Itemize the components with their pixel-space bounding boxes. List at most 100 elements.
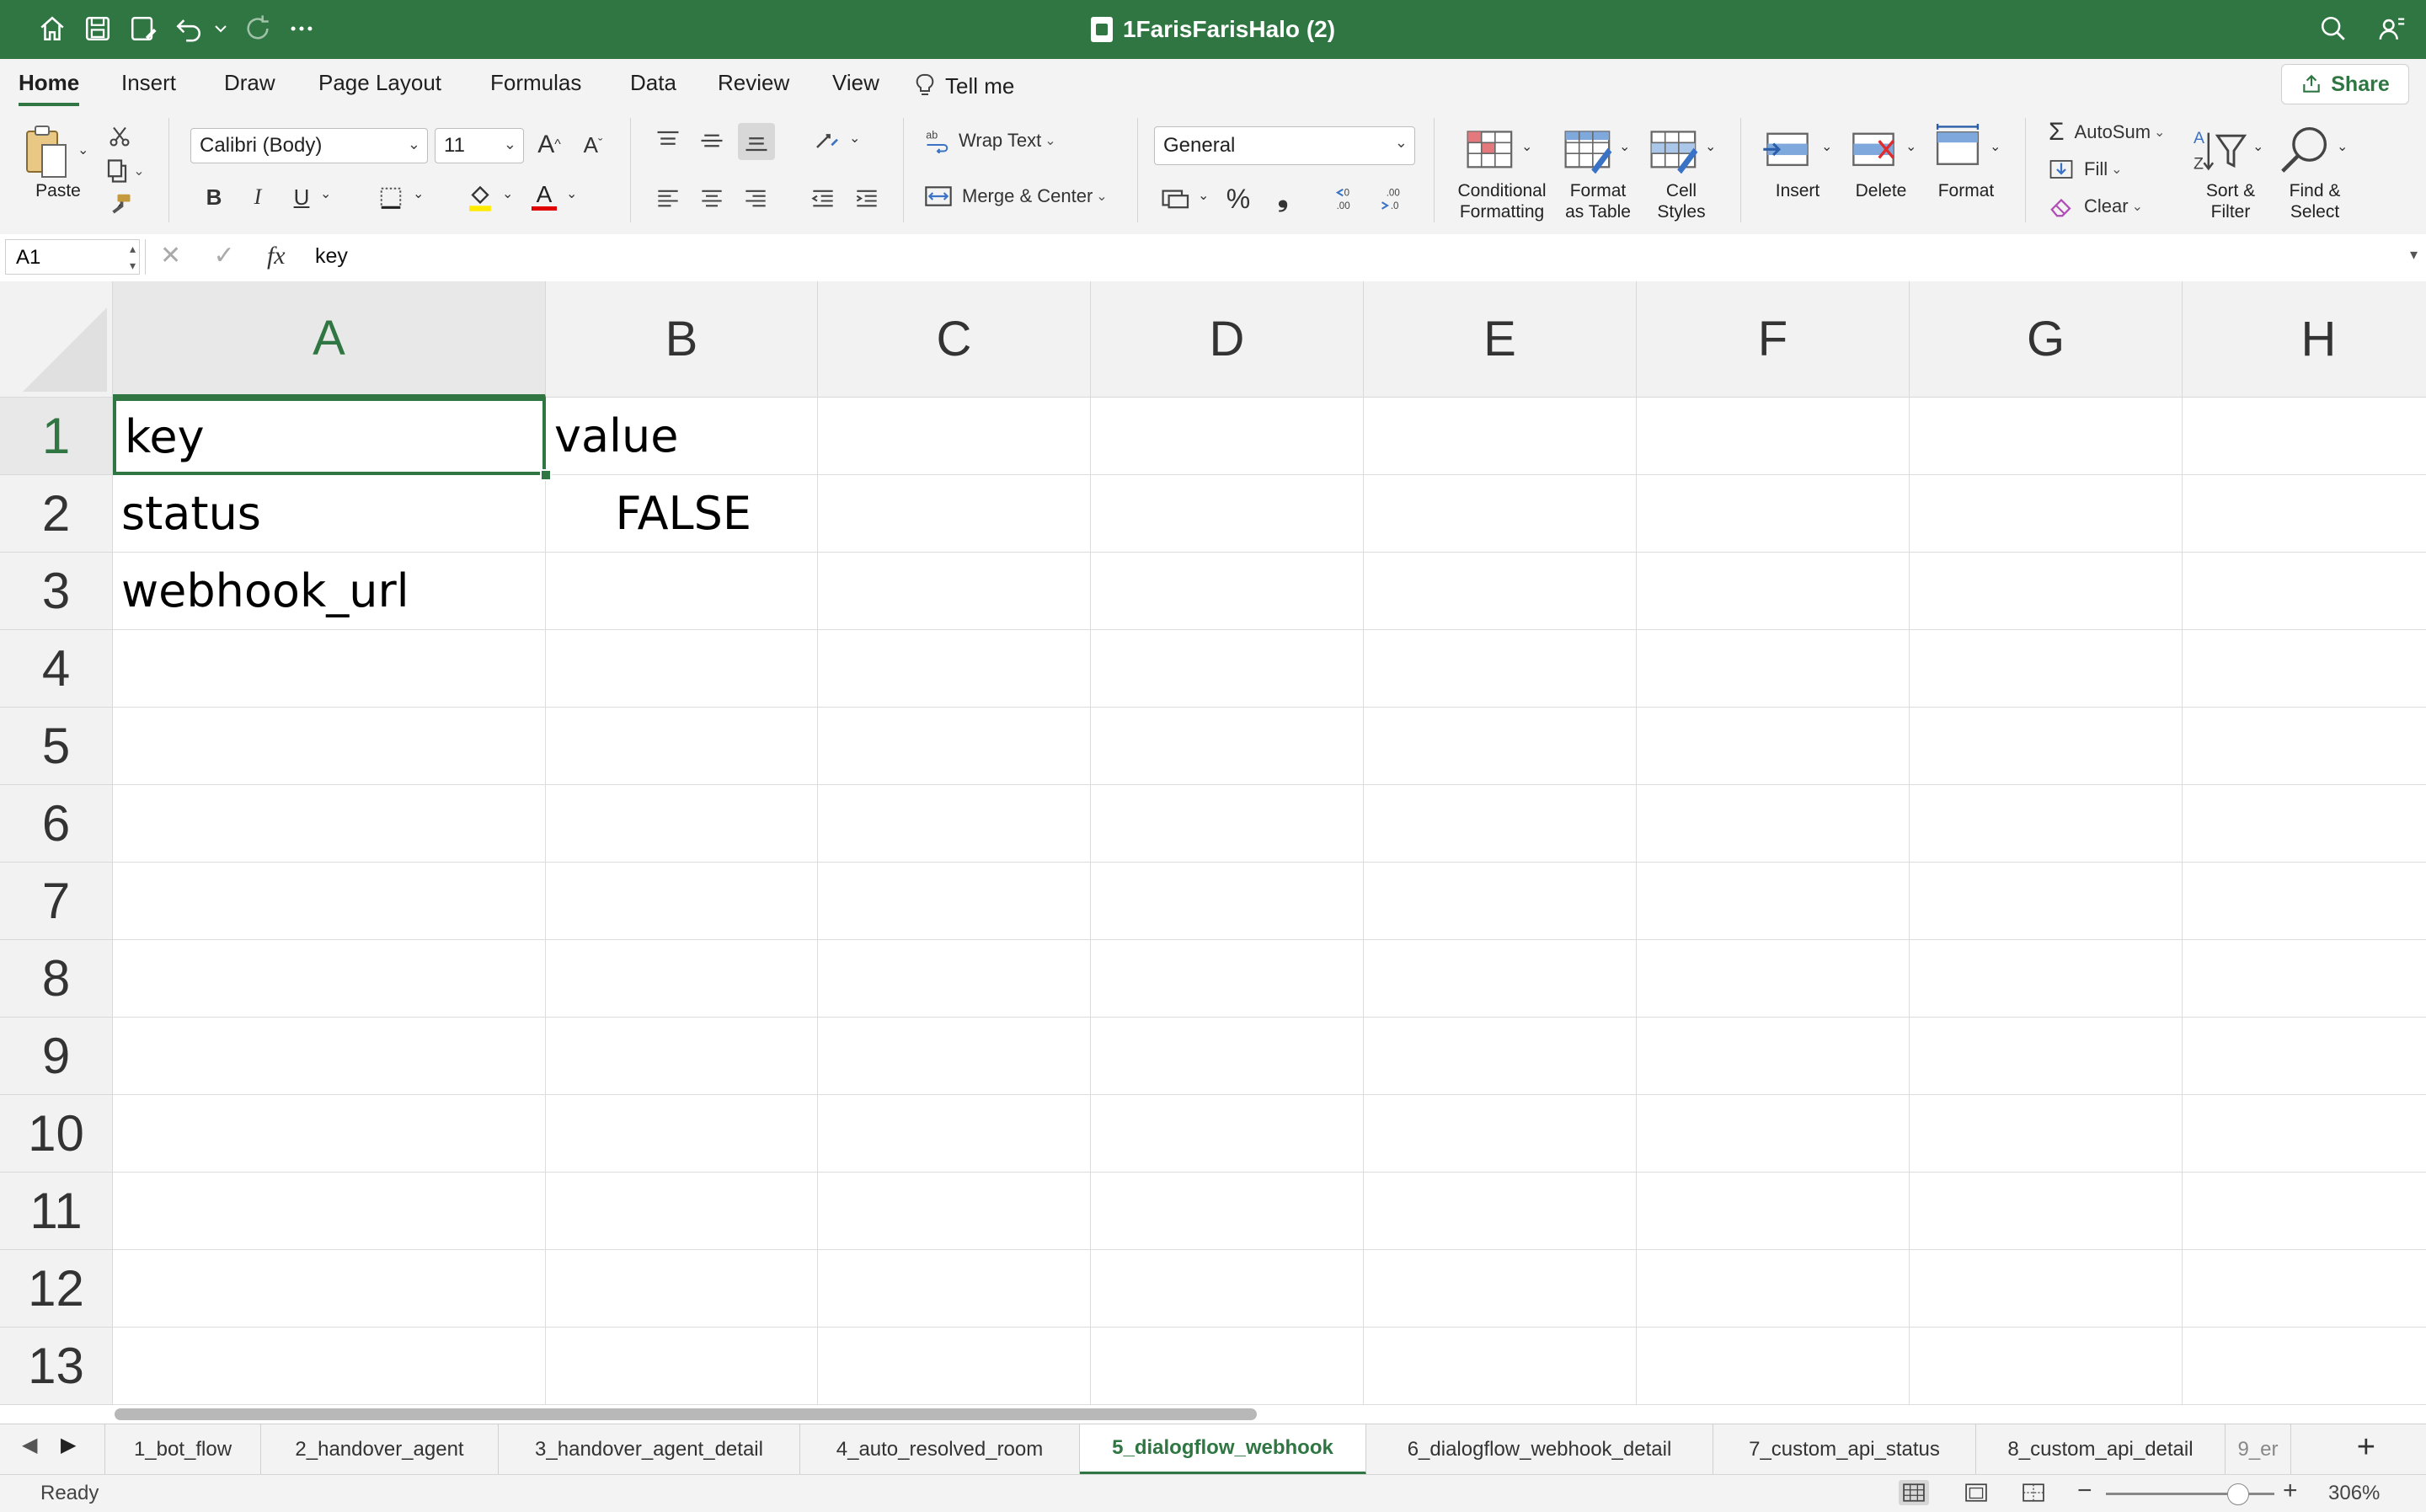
- redo-icon[interactable]: [243, 13, 273, 44]
- expand-formula-bar-icon[interactable]: ▾: [2410, 246, 2418, 264]
- underline-button[interactable]: U: [290, 180, 313, 214]
- increase-decimal-icon[interactable]: 0.00: [1333, 182, 1366, 214]
- tab-draw[interactable]: Draw: [224, 69, 275, 103]
- search-icon[interactable]: [2318, 13, 2349, 44]
- cell-d9[interactable]: [1091, 1018, 1364, 1095]
- cell-g5[interactable]: [1910, 708, 2183, 785]
- cell-c5[interactable]: [818, 708, 1091, 785]
- save-as-icon[interactable]: [128, 13, 158, 44]
- cell-e3[interactable]: [1364, 553, 1637, 630]
- cell-a12[interactable]: [113, 1250, 546, 1328]
- row-header-8[interactable]: 8: [0, 940, 113, 1018]
- cell-c10[interactable]: [818, 1095, 1091, 1173]
- column-header-e[interactable]: E: [1364, 281, 1637, 398]
- add-sheet-icon[interactable]: +: [2357, 1429, 2375, 1466]
- align-bottom-icon[interactable]: [738, 123, 775, 160]
- cell-g2[interactable]: [1910, 475, 2183, 553]
- cell-h6[interactable]: [2183, 785, 2426, 863]
- cell-f10[interactable]: [1637, 1095, 1910, 1173]
- cell-b3[interactable]: [546, 553, 818, 630]
- row-header-4[interactable]: 4: [0, 630, 113, 708]
- tab-page-layout[interactable]: Page Layout: [318, 69, 441, 103]
- insert-function-icon[interactable]: fx: [267, 242, 286, 270]
- cell-h8[interactable]: [2183, 940, 2426, 1018]
- normal-view-icon[interactable]: [1899, 1480, 1929, 1505]
- cell-d5[interactable]: [1091, 708, 1364, 785]
- cell-h1[interactable]: [2183, 398, 2426, 475]
- cell-b12[interactable]: [546, 1250, 818, 1328]
- cell-c12[interactable]: [818, 1250, 1091, 1328]
- row-header-12[interactable]: 12: [0, 1250, 113, 1328]
- cell-c7[interactable]: [818, 863, 1091, 940]
- tab-home[interactable]: Home: [19, 69, 80, 106]
- zoom-slider[interactable]: [2106, 1493, 2274, 1495]
- format-cells-label[interactable]: Format: [1929, 180, 2003, 201]
- cell-b1[interactable]: value: [546, 398, 818, 475]
- sort-filter-dropdown-icon[interactable]: ⌄: [2252, 138, 2263, 155]
- orientation-icon[interactable]: [810, 126, 844, 155]
- conditional-formatting-icon[interactable]: [1466, 125, 1516, 177]
- cut-icon[interactable]: [106, 123, 133, 150]
- cell-b6[interactable]: [546, 785, 818, 863]
- row-header-10[interactable]: 10: [0, 1095, 113, 1173]
- cell-g6[interactable]: [1910, 785, 2183, 863]
- format-painter-icon[interactable]: [106, 190, 133, 217]
- formula-input[interactable]: key: [315, 244, 348, 269]
- insert-cells-label[interactable]: Insert: [1761, 180, 1835, 201]
- align-right-icon[interactable]: [741, 184, 770, 212]
- sheet-tab-2[interactable]: 2_handover_agent: [261, 1424, 499, 1475]
- cell-a11[interactable]: [113, 1173, 546, 1250]
- page-layout-view-icon[interactable]: [1961, 1480, 1991, 1505]
- row-header-13[interactable]: 13: [0, 1328, 113, 1405]
- cell-f6[interactable]: [1637, 785, 1910, 863]
- cell-b13[interactable]: [546, 1328, 818, 1405]
- cell-e8[interactable]: [1364, 940, 1637, 1018]
- cell-b11[interactable]: [546, 1173, 818, 1250]
- cell-b5[interactable]: [546, 708, 818, 785]
- zoom-out-icon[interactable]: −: [2077, 1477, 2092, 1505]
- cell-f12[interactable]: [1637, 1250, 1910, 1328]
- cell-g9[interactable]: [1910, 1018, 2183, 1095]
- cell-f3[interactable]: [1637, 553, 1910, 630]
- cell-a7[interactable]: [113, 863, 546, 940]
- font-name-select[interactable]: Calibri (Body) ⌄: [190, 128, 428, 163]
- cell-h9[interactable]: [2183, 1018, 2426, 1095]
- sheet-tab-8[interactable]: 8_custom_api_detail: [1976, 1424, 2226, 1475]
- format-as-table-dropdown-icon[interactable]: ⌄: [1619, 138, 1630, 155]
- cell-h10[interactable]: [2183, 1095, 2426, 1173]
- tab-insert[interactable]: Insert: [121, 69, 176, 103]
- cell-c11[interactable]: [818, 1173, 1091, 1250]
- cell-d6[interactable]: [1091, 785, 1364, 863]
- cell-styles-icon[interactable]: [1649, 125, 1700, 177]
- fill-handle[interactable]: [540, 469, 552, 481]
- cell-b8[interactable]: [546, 940, 818, 1018]
- conditional-formatting-dropdown-icon[interactable]: ⌄: [1521, 138, 1532, 155]
- find-select-label[interactable]: Find & Select: [2274, 180, 2355, 222]
- cell-f2[interactable]: [1637, 475, 1910, 553]
- autosum-button[interactable]: Σ AutoSum ⌄: [2049, 118, 2165, 147]
- undo-dropdown-icon[interactable]: [211, 13, 231, 44]
- cell-a13[interactable]: [113, 1328, 546, 1405]
- borders-icon[interactable]: [376, 184, 406, 212]
- cell-d2[interactable]: [1091, 475, 1364, 553]
- sheet-tab-6[interactable]: 6_dialogflow_webhook_detail: [1366, 1424, 1713, 1475]
- cell-f4[interactable]: [1637, 630, 1910, 708]
- cell-e6[interactable]: [1364, 785, 1637, 863]
- cell-d11[interactable]: [1091, 1173, 1364, 1250]
- cell-a9[interactable]: [113, 1018, 546, 1095]
- cell-c6[interactable]: [818, 785, 1091, 863]
- tab-review[interactable]: Review: [718, 69, 789, 103]
- fill-color-icon[interactable]: [465, 180, 495, 214]
- cell-e1[interactable]: [1364, 398, 1637, 475]
- row-header-5[interactable]: 5: [0, 708, 113, 785]
- cell-d4[interactable]: [1091, 630, 1364, 708]
- home-icon[interactable]: [37, 13, 67, 44]
- cell-f11[interactable]: [1637, 1173, 1910, 1250]
- more-icon[interactable]: [286, 13, 317, 44]
- align-center-icon[interactable]: [697, 184, 726, 212]
- share-button[interactable]: Share: [2281, 64, 2409, 104]
- sort-filter-icon[interactable]: AZ: [2194, 125, 2247, 177]
- cancel-formula-icon[interactable]: ✕: [160, 242, 181, 270]
- cell-g8[interactable]: [1910, 940, 2183, 1018]
- bold-button[interactable]: B: [202, 180, 226, 214]
